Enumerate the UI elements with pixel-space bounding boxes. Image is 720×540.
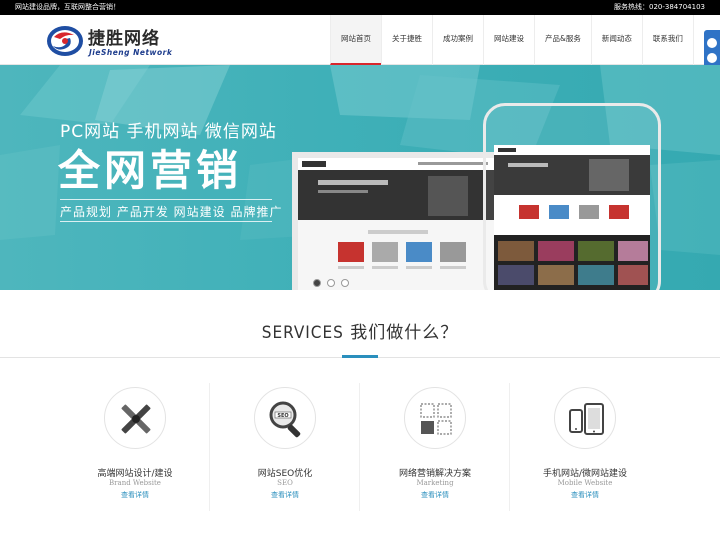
monitor-mockup [292,152,502,290]
service-name-en: Marketing [416,479,454,487]
logo-mark-icon [47,26,83,56]
seo-magnifier-icon: SEO [269,401,301,438]
design-tools-icon [121,404,151,434]
service-detail-link[interactable]: 查看详情 [510,490,660,500]
service-icon-wrap [404,387,466,449]
service-icon-wrap [104,387,166,449]
site-header: 捷胜网络 JieSheng Network 网站首页 关于捷胜 成功案例 网站建… [0,15,720,65]
nav-home[interactable]: 网站首页 [330,15,381,65]
marketing-grid-icon [420,403,452,435]
services-title-en: SERVICES [261,323,344,343]
banner-main-title: 全网营销 [58,146,243,195]
nav-news[interactable]: 新闻动态 [590,15,642,65]
services-title-cn: 我们做什么？ [350,323,459,343]
online-service-icon[interactable] [707,38,717,48]
service-name: 网站SEO优化 [257,469,313,479]
svg-text:SEO: SEO [277,413,288,419]
service-detail-link[interactable]: 查看详情 [210,490,360,500]
services-divider-accent [342,355,378,358]
main-nav: 网站首页 关于捷胜 成功案例 网站建设 产品&服务 新闻动态 联系我们 [330,15,694,65]
top-bar: 网站建设品牌，互联网整合营销！ 服务热线：020-384704103 [0,0,720,15]
services-list: 高端网站设计/建设 Brand Website 查看详情 SEO 网站SEO优化… [60,383,660,511]
banner-pagination [313,279,349,287]
service-name-en: Brand Website [109,479,161,487]
nav-contact[interactable]: 联系我们 [641,15,694,65]
service-card-marketing[interactable]: 网络营销解决方案 Marketing 查看详情 [360,383,510,511]
service-detail-link[interactable]: 查看详情 [60,490,210,500]
phone-screen [494,145,650,290]
top-hotline: 服务热线：020-384704103 [614,3,705,11]
nav-website-building[interactable]: 网站建设 [483,15,534,65]
logo-english-name: JieSheng Network [89,48,173,57]
nav-about[interactable]: 关于捷胜 [381,15,432,65]
mobile-devices-icon [569,403,604,435]
hero-banner[interactable]: PC网站 手机网站 微信网站 全网营销 产品规划 产品开发 网站建设 品牌推广 [0,65,720,290]
service-card-seo[interactable]: SEO 网站SEO优化 SEO 查看详情 [210,383,360,511]
logo[interactable]: 捷胜网络 JieSheng Network [46,21,176,61]
top-slogan: 网站建设品牌，互联网整合营销！ [15,3,120,11]
nav-cases[interactable]: 成功案例 [432,15,483,65]
services-title: SERVICES 我们做什么？ [0,318,720,343]
banner-dot-1[interactable] [313,279,321,287]
service-name: 高端网站设计/建设 [97,469,173,479]
nav-products-services[interactable]: 产品&服务 [534,15,591,65]
service-card-brand-website[interactable]: 高端网站设计/建设 Brand Website 查看详情 [60,383,210,511]
banner-divider-top [60,199,272,200]
service-name: 手机网站/微网站建设 [542,469,628,479]
service-name-en: Mobile Website [557,479,613,487]
service-card-mobile-website[interactable]: 手机网站/微网站建设 Mobile Website 查看详情 [510,383,660,511]
monitor-screen-art [298,158,496,269]
banner-dot-3[interactable] [341,279,349,287]
phone-screen-art [494,145,650,290]
service-icon-wrap: SEO [254,387,316,449]
banner-divider-bottom [60,221,272,222]
service-detail-link[interactable]: 查看详情 [360,490,510,500]
service-name: 网络营销解决方案 [398,469,471,479]
service-icon-wrap [554,387,616,449]
service-name-en: SEO [277,479,293,487]
banner-subline: 产品规划 产品开发 网站建设 品牌推广 [60,205,283,219]
qq-icon[interactable] [707,53,717,63]
banner-dot-2[interactable] [327,279,335,287]
logo-chinese-name: 捷胜网络 [88,29,160,49]
